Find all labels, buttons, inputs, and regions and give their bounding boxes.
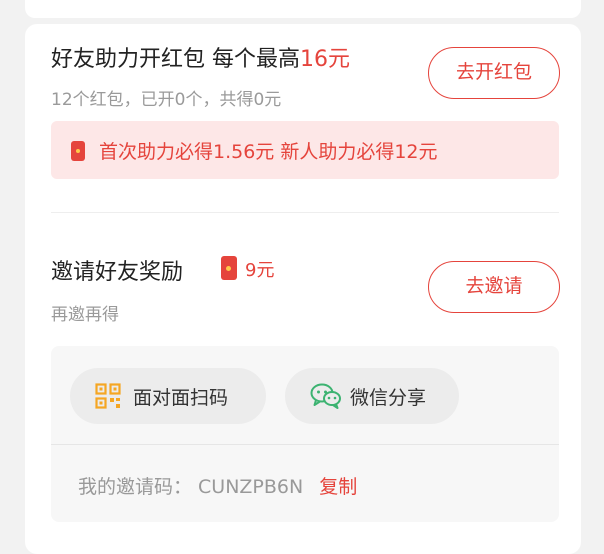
assist-banner-text: 首次助力必得1.56元 新人助力必得12元: [99, 141, 438, 163]
section-divider: [51, 212, 559, 213]
previous-card: [25, 0, 581, 18]
share-panel: 面对面扫码 微信分享 我的邀请码： CUNZPB6N 复制: [51, 346, 559, 522]
redpack-title: 好友助力开红包 每个最高16元: [51, 41, 350, 73]
reward-card: 好友助力开红包 每个最高16元 12个红包，已开0个，共得0元 去开红包 首次助…: [25, 24, 581, 554]
invite-code-row: 我的邀请码： CUNZPB6N 复制: [78, 472, 357, 499]
wechat-share-label: 微信分享: [350, 387, 427, 409]
invite-code-value: CUNZPB6N: [198, 476, 304, 498]
red-envelope-icon: [221, 256, 237, 280]
assist-banner: 首次助力必得1.56元 新人助力必得12元: [51, 121, 559, 179]
wechat-icon: [310, 383, 342, 413]
wechat-share-button[interactable]: 微信分享: [285, 368, 459, 424]
invite-title: 邀请好友奖励: [51, 260, 184, 285]
redpack-title-text: 好友助力开红包 每个最高: [51, 47, 300, 72]
invite-code-label: 我的邀请码：: [78, 476, 193, 498]
qr-code-icon: [95, 383, 121, 413]
page: 好友助力开红包 每个最高16元 12个红包，已开0个，共得0元 去开红包 首次助…: [0, 0, 604, 554]
copy-invite-code-button[interactable]: 复制: [319, 476, 357, 498]
invite-subtitle: 再邀再得: [51, 305, 119, 325]
open-redpack-button[interactable]: 去开红包: [428, 47, 560, 99]
face-to-face-scan-button[interactable]: 面对面扫码: [70, 368, 266, 424]
face-to-face-scan-label: 面对面扫码: [133, 387, 229, 409]
redpack-max-amount: 16元: [300, 47, 350, 72]
redpack-summary: 12个红包，已开0个，共得0元: [51, 90, 282, 110]
invite-button[interactable]: 去邀请: [428, 261, 560, 313]
red-envelope-icon: [71, 141, 85, 161]
invite-reward-amount: 9元: [245, 260, 275, 281]
panel-divider: [51, 444, 559, 445]
